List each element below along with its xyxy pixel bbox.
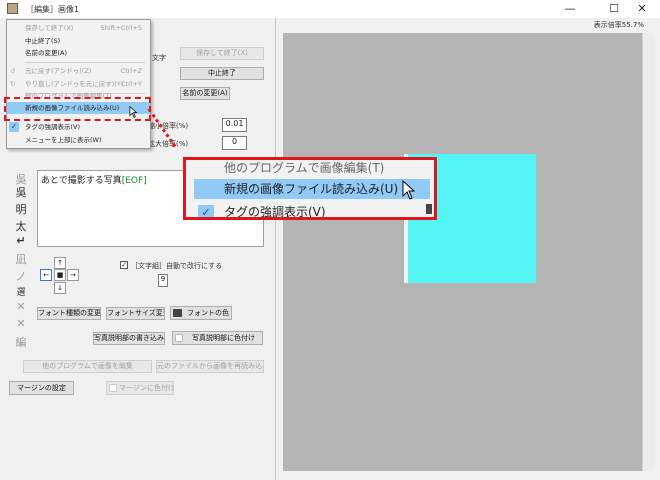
editor-text: あとで撮影する写真 (41, 176, 122, 186)
margin-color-button[interactable]: マージンに色付け (106, 381, 174, 395)
callout-item-tag-highlight: ✓ タグの強調表示(V) (194, 202, 430, 219)
margin-set-button[interactable]: マージンの設定 (9, 381, 74, 395)
arrow-right-button[interactable]: → (67, 269, 79, 281)
tool-vertical[interactable]: 凪 (14, 251, 28, 267)
menu-item-label: 名前の変更(A) (25, 49, 68, 57)
shrink-input[interactable]: 0.01 (222, 118, 247, 132)
enlarge-input[interactable]: 0 (222, 136, 247, 150)
menu-item-label: やり直し(アンドゥを元に戻す)(Y) (25, 80, 124, 88)
tool-select[interactable]: 選 (14, 285, 28, 298)
zoom-callout: 他のプログラムで画像編集(T) 新規の画像ファイル読み込み(U) ✓ タグの強調… (183, 157, 437, 220)
auto-wrap-checkbox[interactable]: ✓ (120, 261, 128, 269)
caption-color-label: 写真説明部に色付け (192, 334, 255, 342)
margin-color-label: マージンに色付け (119, 384, 174, 392)
menu-item-label: メニューを上部に表示(W) (25, 136, 102, 144)
tool-cross-1[interactable]: ✕ (14, 300, 28, 313)
tool-slant[interactable]: ノ (14, 268, 28, 284)
close-button[interactable]: ✕ (624, 0, 660, 18)
save-exit-button[interactable]: 保存して終了(X) (180, 47, 264, 60)
eof-marker: [EOF] (121, 176, 147, 186)
menu-item-label: 中止終了(S) (25, 37, 61, 45)
menu-separator (25, 62, 145, 63)
wrap-count-input[interactable]: 9 (158, 274, 168, 287)
font-color-label: フォントの色 (187, 309, 229, 317)
auto-wrap-label: ［文字組］自動で改行にする (131, 262, 223, 270)
tool-cross-2[interactable]: ✕ (14, 317, 28, 330)
caption-write-button[interactable]: 写真説明部の書き込み (93, 332, 165, 345)
undo-icon: ↺ (10, 67, 16, 75)
title-bar: ［編集］画像1 — ☐ ✕ (0, 0, 660, 18)
arrow-center-button[interactable]: ■ (54, 269, 66, 281)
menu-item-label: 保存して終了(X) (25, 24, 74, 32)
menu-item-label: タグの強調表示(V) (25, 123, 81, 131)
arrow-left-button[interactable]: ← (40, 269, 52, 281)
app-icon (7, 3, 18, 14)
menu-item-save-exit[interactable]: 保存して終了(X) Shift+Ctrl+S (7, 22, 150, 34)
tool-font-mincho[interactable]: 吳 (14, 184, 28, 200)
menu-item-rename[interactable]: 名前の変更(A) (7, 47, 150, 59)
mouse-cursor-icon (129, 106, 138, 118)
mouse-cursor-icon (402, 180, 416, 200)
menu-item-label: 元に戻す(アンドゥ)(Z) (25, 67, 92, 75)
menu-item-tag-highlight[interactable]: ✓ タグの強調表示(V) (7, 121, 150, 133)
reload-button[interactable]: 元のファイルから画像を再読み込み (156, 360, 264, 373)
callout-item-other-program: 他のプログラムで画像編集(T) (224, 161, 385, 175)
font-color-swatch (173, 309, 182, 317)
menu-item-shortcut: Ctrl+Z (120, 67, 142, 75)
menu-item-shortcut: Shift+Ctrl+S (100, 24, 142, 32)
enlarge-label: 拡大倍率(%) (148, 140, 189, 148)
check-icon: ✓ (9, 122, 19, 132)
font-color-button[interactable]: フォントの色 (170, 306, 232, 320)
vertical-scrollbar[interactable] (642, 33, 655, 471)
dropdown-menu: 保存して終了(X) Shift+Ctrl+S 中止終了(S) 名前の変更(A) ↺… (6, 19, 151, 149)
menu-item-redo[interactable]: ↻ やり直し(アンドゥを元に戻す)(Y) Ctrl+Y (7, 78, 150, 90)
abort-exit-button[interactable]: 中止終了 (180, 67, 264, 80)
redo-icon: ↻ (10, 80, 16, 88)
shrink-label: 縮小倍率(%) (148, 122, 189, 130)
font-size-button[interactable]: フォントサイズ変更 (106, 307, 165, 320)
menu-item-menu-top[interactable]: メニューを上部に表示(W) (7, 134, 150, 146)
other-program-button[interactable]: 他のプログラムで画像を編集 (23, 360, 152, 373)
arrow-down-button[interactable]: ↓ (54, 282, 66, 294)
tool-newline[interactable]: ↵ (14, 234, 28, 247)
rename-button[interactable]: 名前の変更(A) (180, 87, 230, 100)
minimize-button[interactable]: — (552, 0, 588, 18)
tool-font-bold[interactable]: 太 (14, 218, 28, 234)
callout-scroll-mark (426, 204, 432, 214)
arrow-up-button[interactable]: ↑ (54, 257, 66, 269)
zoom-label: 表示倍率55.7% (593, 21, 644, 29)
font-type-button[interactable]: フォント種類の変更 (37, 307, 101, 320)
menu-item-undo[interactable]: ↺ 元に戻す(アンドゥ)(Z) Ctrl+Z (7, 65, 150, 77)
tool-edit[interactable]: 編 (14, 334, 28, 350)
menu-item-abort-exit[interactable]: 中止終了(S) (7, 35, 150, 47)
callout-item-label: タグの強調表示(V) (224, 205, 326, 219)
margin-color-swatch (109, 384, 117, 392)
menu-item-shortcut: Ctrl+Y (121, 80, 142, 88)
tool-font-ming[interactable]: 明 (14, 201, 28, 217)
caption-color-swatch (175, 334, 183, 342)
window-title: ［編集］画像1 (26, 5, 80, 14)
check-icon: ✓ (198, 205, 214, 217)
text-label: 文字 (152, 54, 166, 62)
caption-color-button[interactable]: 写真説明部に色付け (172, 331, 263, 345)
callout-item-new-image: 新規の画像ファイル読み込み(U) (194, 179, 430, 199)
